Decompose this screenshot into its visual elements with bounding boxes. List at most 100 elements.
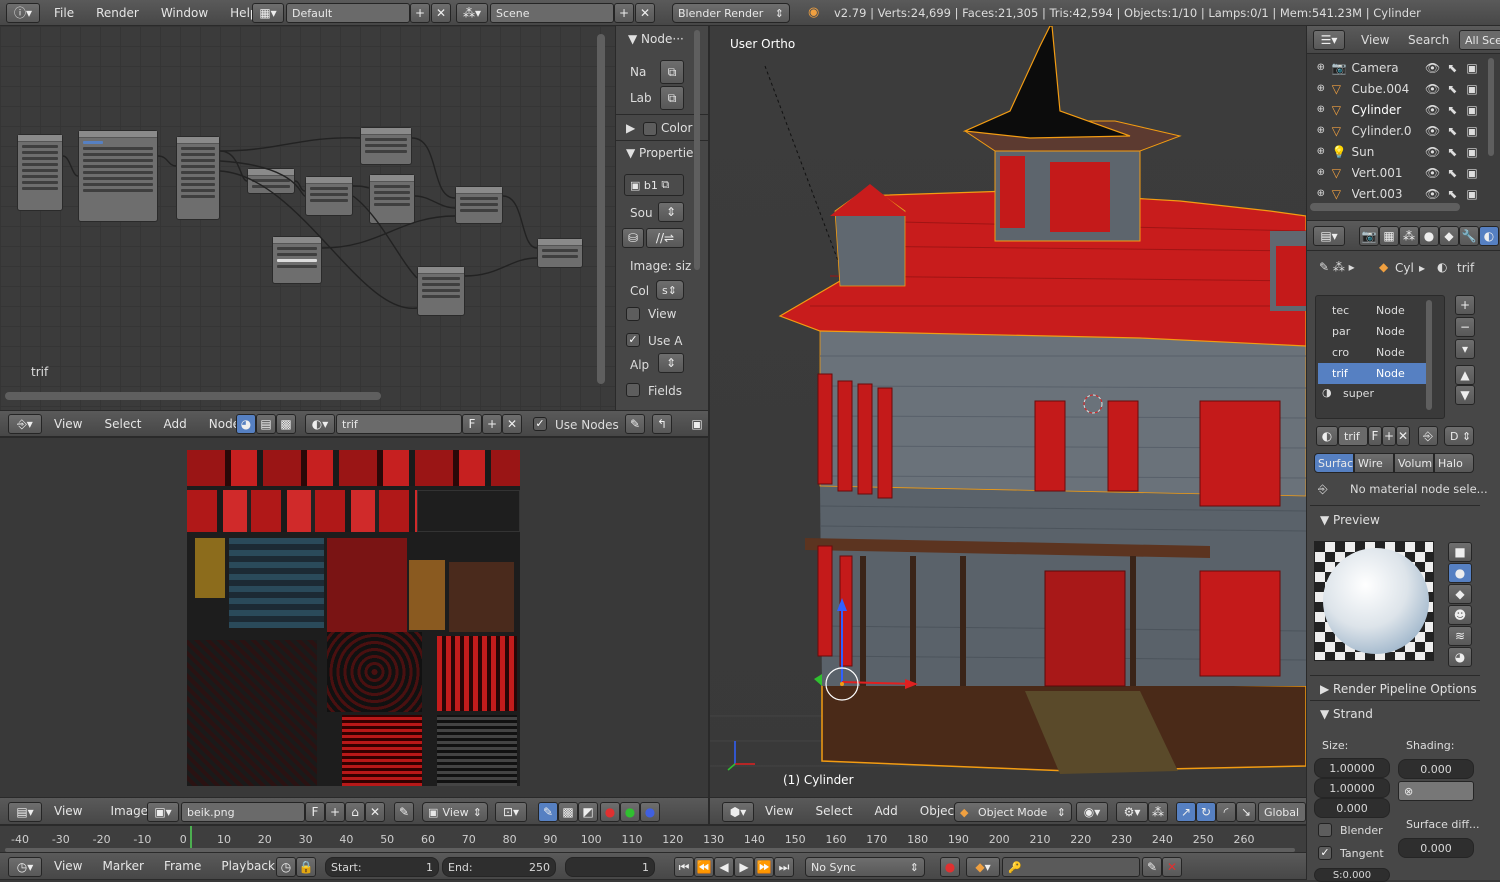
image-menu-view[interactable]: View [54, 804, 82, 818]
transform-orientation-icon[interactable]: ↘ [1236, 802, 1256, 822]
material-name-field[interactable]: trif [336, 414, 462, 434]
outliner-scrollbar[interactable] [1310, 203, 1460, 211]
select-cursor-icon[interactable]: ⬉ [1442, 103, 1462, 117]
render-pipeline-panel-header[interactable]: ▶ Render Pipeline Options [1320, 682, 1477, 696]
scene-field[interactable]: Scene [490, 3, 614, 23]
image-datablock-field[interactable]: ▣ b1 ⧉ [624, 174, 684, 196]
menu-render[interactable]: Render [96, 6, 139, 20]
alpha-channel-icon[interactable]: ▩ [558, 802, 578, 822]
node-sidebar-scrollbar[interactable] [694, 30, 700, 270]
use-alpha-checkbox[interactable]: ✓ [626, 333, 640, 347]
material-fake-user[interactable]: F [1368, 426, 1382, 446]
render-camera-icon[interactable]: ▣ [1462, 145, 1482, 159]
red-channel-icon[interactable]: ● [600, 802, 620, 822]
source-dropdown[interactable]: ⇕ [658, 202, 684, 222]
record-icon[interactable]: ● [940, 857, 960, 877]
green-channel-icon[interactable]: ● [620, 802, 640, 822]
select-cursor-icon[interactable]: ⬉ [1442, 187, 1462, 201]
slot-specials-button[interactable]: ▾ [1455, 339, 1475, 359]
render-engine-dropdown[interactable]: Blender Render ⇕ [672, 3, 790, 23]
rotate-gizmo-icon[interactable]: ↻ [1196, 802, 1216, 822]
visibility-eye-icon[interactable]: 👁 [1423, 145, 1443, 159]
play-icon[interactable]: ▶ [734, 857, 754, 877]
move-slot-down-button[interactable]: ▼ [1455, 385, 1475, 405]
outliner-editor-type-icon[interactable]: ☰▾ [1313, 30, 1345, 50]
preview-monkey-icon[interactable]: ☻ [1448, 605, 1472, 625]
tab-halo[interactable]: Halo [1434, 453, 1474, 473]
outliner-v-scrollbar[interactable] [1488, 58, 1494, 156]
pivot-point-icon[interactable]: ⚙▾ [1116, 802, 1148, 822]
menu-file[interactable]: File [54, 6, 74, 20]
material-new-button[interactable]: + [1382, 426, 1396, 446]
surface-diffuse-field[interactable]: 0.000 [1398, 838, 1474, 858]
delete-keyframe-icon[interactable]: ✕ [1162, 857, 1182, 877]
preview-sky-icon[interactable]: ◕ [1448, 647, 1472, 667]
render-camera-icon[interactable]: ▣ [1462, 124, 1482, 138]
preview-flat-icon[interactable]: ■ [1448, 542, 1472, 562]
outliner-view-menu[interactable]: View [1361, 33, 1389, 47]
expand-icon[interactable]: ⊕ [1310, 146, 1332, 157]
start-frame-field[interactable]: Start: 1 [325, 857, 439, 877]
shader-nodes-icon[interactable]: ◕ [236, 414, 256, 434]
unlink-image-button[interactable]: ✕ [365, 802, 385, 822]
expand-icon[interactable]: ⊕ [1310, 188, 1332, 199]
slot-list-scrollbar[interactable] [1426, 300, 1432, 410]
strand-shape-field[interactable]: 0.000 [1398, 759, 1474, 779]
tangent-shading-checkbox[interactable]: ✓ [1318, 846, 1332, 860]
preview-panel-header[interactable]: ▼ Preview [1320, 513, 1380, 527]
jump-keyframe-forward-icon[interactable]: ⏩ [754, 857, 774, 877]
remove-layout-button[interactable]: ✕ [431, 3, 451, 23]
timeline-menu-playback[interactable]: Playback [221, 859, 275, 873]
visibility-eye-icon[interactable]: 👁 [1423, 61, 1443, 75]
editor-type-icon[interactable]: ⎆▾ [8, 414, 42, 434]
play-reverse-icon[interactable]: ◀ [714, 857, 734, 877]
outliner-item[interactable]: ⊕ 📷 Camera 👁 ⬉ ▣ [1310, 57, 1482, 78]
color-section-header[interactable]: ▶ Color [626, 121, 692, 136]
expand-icon[interactable]: ⊕ [1310, 83, 1332, 94]
material-slot[interactable]: cro Node [1318, 342, 1426, 363]
image-editor-type-icon[interactable]: ▤▾ [8, 802, 42, 822]
node-editor-v-scrollbar[interactable] [597, 34, 605, 384]
manipulator-icon[interactable]: ⁂ [1148, 802, 1168, 822]
outliner-display-mode[interactable]: All Sce [1459, 30, 1500, 50]
select-cursor-icon[interactable]: ⬉ [1442, 166, 1462, 180]
render-camera-icon[interactable]: ▣ [1462, 82, 1482, 96]
3d-viewport[interactable]: User Ortho (1) Cylinder [710, 26, 1306, 797]
visibility-eye-icon[interactable]: 👁 [1423, 187, 1443, 201]
image-name-field[interactable]: beik.png [181, 802, 305, 822]
material-datablock-field[interactable]: trif [1338, 426, 1368, 446]
select-cursor-icon[interactable]: ⬉ [1442, 124, 1462, 138]
preview-cube-icon[interactable]: ◆ [1448, 584, 1472, 604]
preview-range-icon[interactable]: ◷ [276, 857, 296, 877]
name-node-icon[interactable]: ⧉ [660, 60, 684, 84]
jump-start-icon[interactable]: ⏮ [674, 857, 694, 877]
add-layout-button[interactable]: + [410, 3, 430, 23]
menu-window[interactable]: Window [161, 6, 208, 20]
keying-set-icon[interactable]: ◆ ▾ [966, 857, 1000, 877]
insert-keyframe-icon[interactable]: ✎ [1142, 857, 1162, 877]
z-buffer-icon[interactable]: ◩ [578, 802, 598, 822]
tab-surface[interactable]: Surfac [1314, 453, 1354, 473]
strand-panel-header[interactable]: ▼ Strand [1320, 707, 1373, 721]
render-camera-icon[interactable]: ▣ [1462, 166, 1482, 180]
node-editor-h-scrollbar[interactable] [5, 392, 381, 400]
pivot-icon[interactable]: ⊡▾ [495, 802, 527, 822]
strand-minimum-size[interactable]: 0.000 [1314, 798, 1390, 818]
pack-image-icon[interactable]: ⛁ [622, 228, 644, 248]
color-checkbox[interactable] [643, 121, 658, 136]
expand-icon[interactable]: ⊕ [1310, 125, 1332, 136]
new-image-button[interactable]: + [325, 802, 345, 822]
select-cursor-icon[interactable]: ⬉ [1442, 82, 1462, 96]
remove-slot-button[interactable]: − [1455, 317, 1475, 337]
image-fake-user-button[interactable]: F [305, 802, 325, 822]
timeline-menu-marker[interactable]: Marker [102, 859, 143, 873]
view-as-render-checkbox[interactable] [626, 307, 640, 321]
timeline-ruler[interactable]: -40 -30 -20 -10 0 10 20 30 40 50 60 70 80 90 100 110 120… [0, 825, 1306, 853]
render-tab-icon[interactable]: 📷 [1359, 226, 1379, 246]
translate-gizmo-icon[interactable]: ↗ [1176, 802, 1196, 822]
properties-section-header[interactable]: ▼ Properties [626, 146, 700, 160]
sync-dropdown[interactable]: No Sync ⇕ [805, 857, 925, 877]
image-menu-image[interactable]: Image [110, 804, 148, 818]
breadcrumb-material[interactable]: trif [1457, 261, 1474, 275]
node-editor-canvas[interactable]: trif [0, 26, 708, 410]
